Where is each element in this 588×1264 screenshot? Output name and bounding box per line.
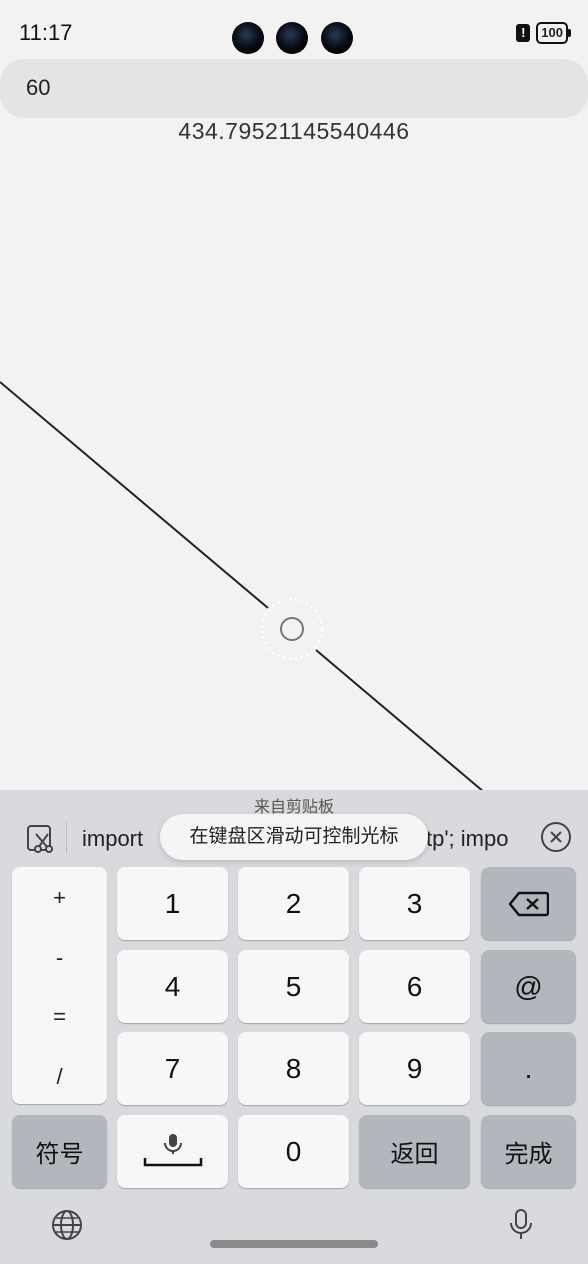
- clipboard-row[interactable]: import tp'; impo 在键盘区滑动可控制光标: [0, 810, 588, 866]
- microphone-icon[interactable]: [508, 1208, 534, 1242]
- key-7[interactable]: 7: [117, 1032, 228, 1105]
- key-3[interactable]: 3: [359, 867, 470, 940]
- return-key[interactable]: 返回: [359, 1115, 470, 1188]
- keyboard-bottom-bar: [0, 1194, 588, 1264]
- key-0[interactable]: 0: [238, 1115, 349, 1188]
- divider: [66, 822, 67, 854]
- key-6[interactable]: 6: [359, 950, 470, 1023]
- key-4[interactable]: 4: [117, 950, 228, 1023]
- slash-key[interactable]: /: [12, 1064, 107, 1090]
- done-key[interactable]: 完成: [481, 1115, 576, 1188]
- key-5[interactable]: 5: [238, 950, 349, 1023]
- clipboard-text-end[interactable]: tp'; impo: [426, 826, 508, 852]
- dot-key[interactable]: .: [481, 1032, 576, 1105]
- drag-handle[interactable]: [260, 597, 324, 661]
- equals-key[interactable]: =: [12, 1004, 107, 1030]
- key-9[interactable]: 9: [359, 1032, 470, 1105]
- globe-icon[interactable]: [51, 1209, 83, 1241]
- space-mic-icon: [143, 1133, 202, 1166]
- home-indicator[interactable]: [210, 1240, 378, 1248]
- space-key[interactable]: [117, 1115, 228, 1188]
- key-1[interactable]: 1: [117, 867, 228, 940]
- symbols-key[interactable]: 符号: [12, 1115, 107, 1188]
- key-2[interactable]: 2: [238, 867, 349, 940]
- symbol-column[interactable]: + - = /: [12, 867, 107, 1104]
- close-icon[interactable]: [541, 822, 571, 852]
- plus-key[interactable]: +: [12, 885, 107, 911]
- cursor-tooltip: 在键盘区滑动可控制光标: [160, 814, 428, 860]
- minus-key[interactable]: -: [12, 945, 107, 971]
- clipboard-text-start[interactable]: import: [82, 826, 143, 852]
- backspace-key[interactable]: [481, 867, 576, 940]
- clipboard-icon[interactable]: [26, 824, 56, 854]
- key-8[interactable]: 8: [238, 1032, 349, 1105]
- backspace-icon: [508, 891, 549, 916]
- at-key[interactable]: @: [481, 950, 576, 1023]
